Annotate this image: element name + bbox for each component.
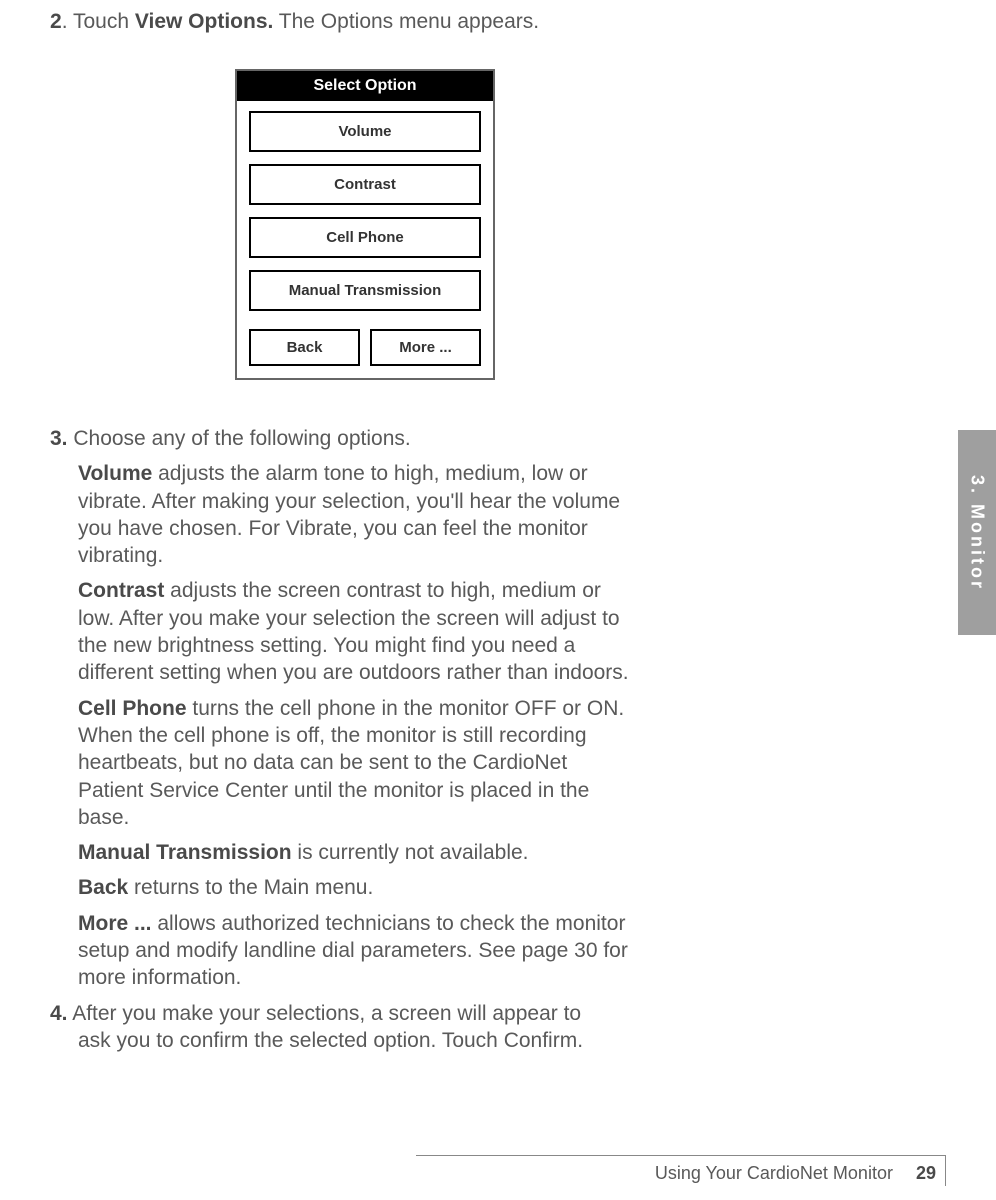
option-desc-contrast: Contrast adjusts the screen contrast to …	[78, 577, 635, 686]
option-desc-cell-phone: Cell Phone turns the cell phone in the m…	[78, 695, 635, 831]
more-button[interactable]: More ...	[370, 329, 481, 366]
step-3-header: 3. Choose any of the following options.	[40, 425, 635, 452]
footer-title: Using Your CardioNet Monitor	[655, 1163, 893, 1183]
option-desc-back: Back returns to the Main menu.	[78, 874, 635, 901]
section-tab: 3. Monitor	[958, 430, 996, 635]
option-desc-more: More ... allows authorized technicians t…	[78, 910, 635, 992]
page-number: 29	[916, 1163, 936, 1183]
option-desc-manual-transmission: Manual Transmission is currently not ava…	[78, 839, 635, 866]
back-button[interactable]: Back	[249, 329, 360, 366]
step-2-number: 2	[50, 10, 62, 33]
option-desc-volume: Volume adjusts the alarm tone to high, m…	[78, 460, 635, 569]
menu-item-contrast[interactable]: Contrast	[249, 164, 481, 205]
select-option-panel: Select Option Volume Contrast Cell Phone…	[235, 69, 495, 380]
step-4-instruction: 4. After you make your selections, a scr…	[40, 1000, 660, 1055]
panel-title: Select Option	[237, 71, 493, 101]
step-2-instruction: 2. Touch View Options. The Options menu …	[40, 10, 926, 34]
menu-item-cell-phone[interactable]: Cell Phone	[249, 217, 481, 258]
menu-item-manual-transmission[interactable]: Manual Transmission	[249, 270, 481, 311]
menu-item-volume[interactable]: Volume	[249, 111, 481, 152]
